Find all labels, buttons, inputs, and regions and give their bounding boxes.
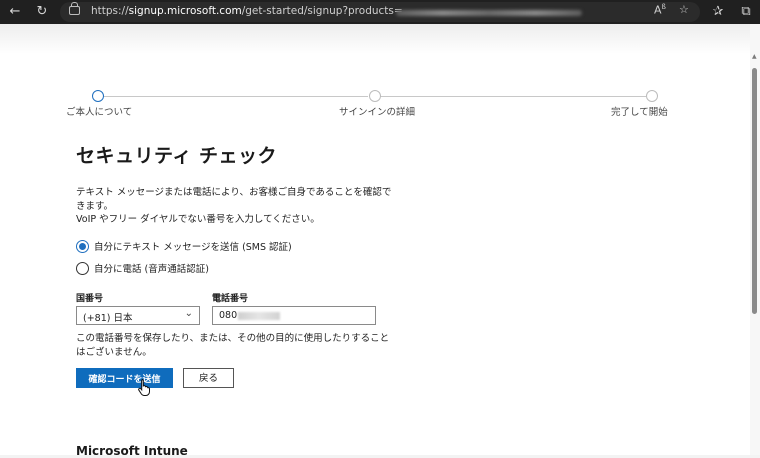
- refresh-icon[interactable]: ↻: [33, 3, 51, 21]
- step-dot-about-you: [92, 90, 104, 102]
- favorites-bar-icon[interactable]: ✰: [709, 3, 727, 21]
- scroll-thumb[interactable]: [752, 68, 757, 314]
- product-section-title: Microsoft Intune: [76, 444, 188, 458]
- vertical-scrollbar[interactable]: ▲: [750, 24, 760, 455]
- chevron-down-icon: ⌄: [184, 308, 193, 319]
- send-code-button[interactable]: 確認コードを送信: [76, 368, 173, 388]
- step-dot-finish: [646, 90, 658, 102]
- back-button[interactable]: 戻る: [183, 368, 234, 388]
- favorite-star-icon[interactable]: ☆: [679, 3, 689, 16]
- address-bar[interactable]: https://signup.microsoft.com/get-started…: [60, 2, 700, 22]
- country-code-value: (+81) 日本: [83, 313, 133, 324]
- description-line: VoIP やフリー ダイヤルでない番号を入力してください。: [76, 214, 320, 225]
- step-label-finish: 完了して開始: [611, 107, 668, 118]
- back-arrow-icon[interactable]: ←: [6, 3, 24, 21]
- step-connector: [380, 96, 646, 97]
- page-title: セキュリティ チェック: [76, 145, 277, 167]
- hand-cursor-icon: [138, 379, 150, 396]
- sms-option[interactable]: 自分にテキスト メッセージを送信 (SMS 認証): [76, 239, 292, 253]
- country-code-label: 国番号: [76, 294, 104, 304]
- radio-button[interactable]: [76, 261, 89, 275]
- step-label-about-you: ご本人について: [66, 107, 133, 118]
- read-aloud-icon[interactable]: Aß: [654, 3, 666, 17]
- page-top-fade: [0, 24, 750, 54]
- description-line: テキスト メッセージまたは電話により、お客様ご自身であることを確認できます。: [76, 187, 392, 212]
- collections-icon[interactable]: ⧉: [737, 3, 755, 21]
- phone-number-input[interactable]: 080: [212, 306, 376, 325]
- country-code-select[interactable]: (+81) 日本 ⌄: [76, 306, 200, 325]
- redacted-phone-digits: [238, 311, 281, 320]
- call-option[interactable]: 自分に電話 (音声通話認証): [76, 261, 209, 275]
- radio-button-checked[interactable]: [76, 239, 89, 253]
- redacted-url-params: [396, 10, 582, 16]
- phone-number-value: 080: [219, 310, 238, 321]
- call-option-label: 自分に電話 (音声通話認証): [94, 264, 209, 275]
- step-label-signin-details: サインインの詳細: [339, 107, 416, 118]
- privacy-note: この電話番号を保存したり、または、その他の目的に使用したりすることはございません…: [76, 333, 390, 358]
- scroll-up-icon[interactable]: ▲: [752, 53, 757, 60]
- phone-number-label: 電話番号: [212, 294, 249, 304]
- step-dot-signin-details: [369, 90, 381, 102]
- lock-icon: [69, 2, 80, 15]
- step-connector: [102, 96, 368, 97]
- sms-option-label: 自分にテキスト メッセージを送信 (SMS 認証): [94, 242, 292, 253]
- description: テキスト メッセージまたは電話により、お客様ご自身であることを確認できます。 V…: [76, 186, 396, 227]
- url-text: https://signup.microsoft.com/get-started…: [91, 5, 403, 17]
- browser-toolbar: ← ↻ https://signup.microsoft.com/get-sta…: [0, 0, 760, 24]
